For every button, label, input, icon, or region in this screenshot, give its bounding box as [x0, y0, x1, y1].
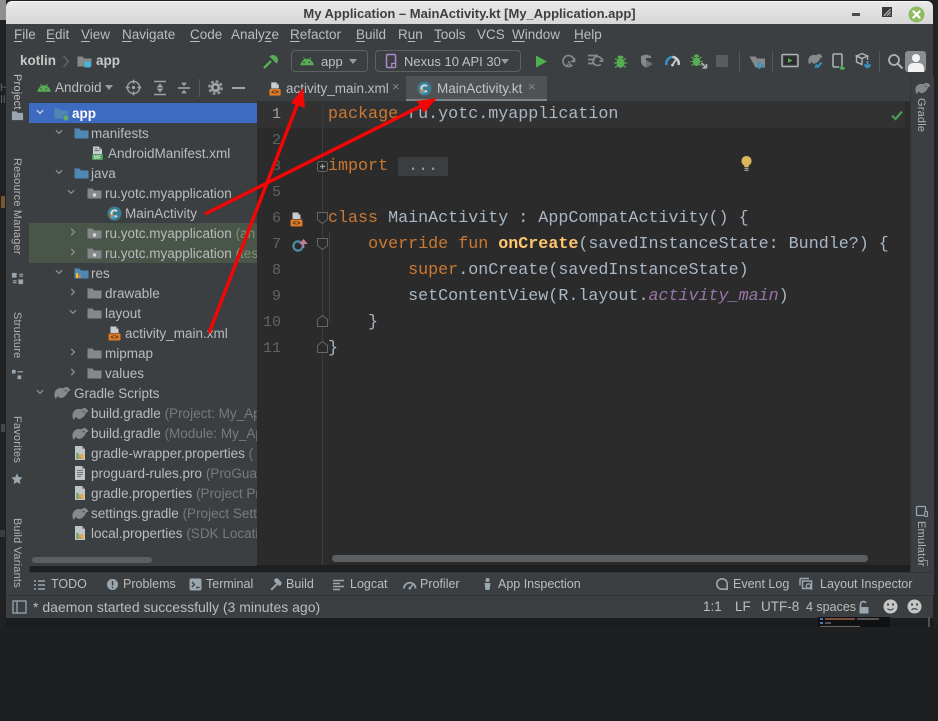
svg-text:<>: <>	[293, 220, 301, 227]
svg-text:<>: <>	[111, 334, 119, 341]
svg-text:<>: <>	[271, 89, 279, 96]
svg-text:A: A	[566, 61, 571, 68]
svg-text:MF: MF	[94, 155, 103, 161]
